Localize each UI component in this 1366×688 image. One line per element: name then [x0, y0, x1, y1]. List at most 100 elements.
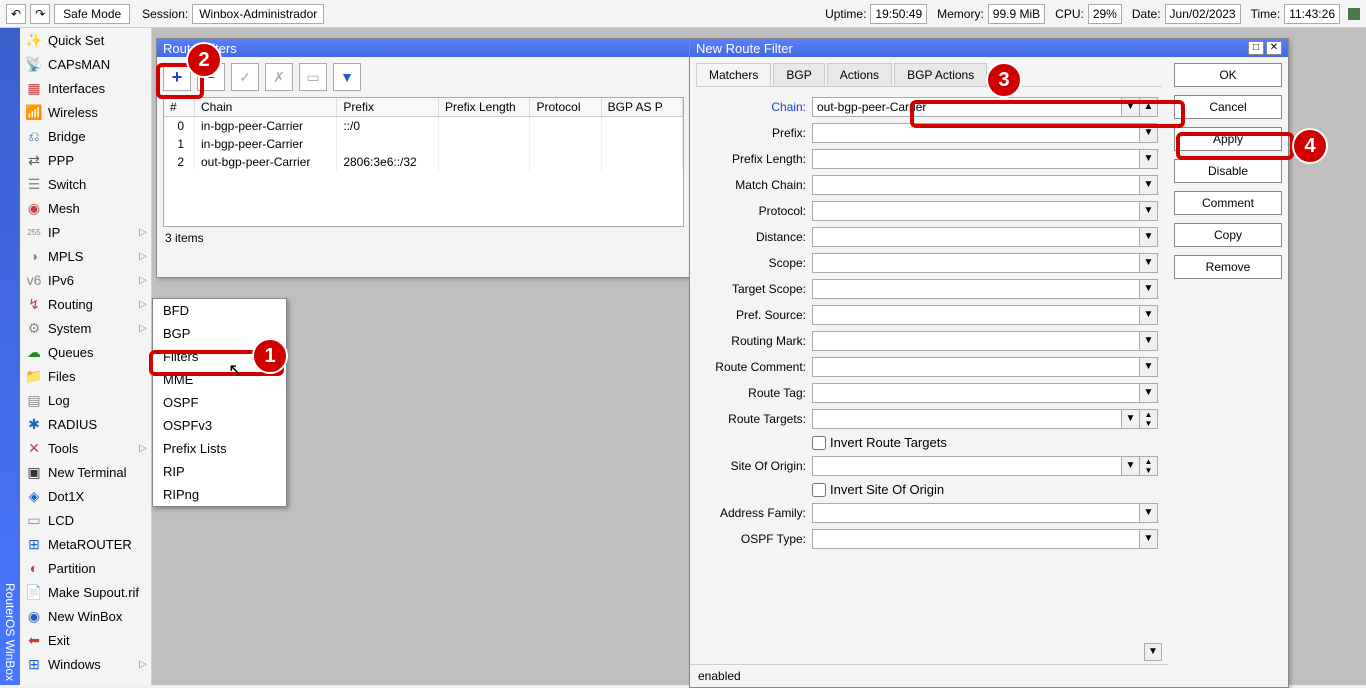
disable-button[interactable]: ✗ [265, 63, 293, 91]
chain-dropdown-button[interactable]: ▼ [1122, 97, 1140, 117]
route-targets-input[interactable] [812, 409, 1122, 429]
sidebar-item-make-supout-rif[interactable]: 📄Make Supout.rif [20, 580, 151, 604]
scope-dropdown-button[interactable]: ▼ [1140, 253, 1158, 273]
scroll-down-button[interactable]: ▼ [1144, 643, 1162, 661]
table-header[interactable]: BGP AS P [601, 98, 682, 117]
sidebar-item-interfaces[interactable]: ▦Interfaces [20, 76, 151, 100]
site-of-origin-input[interactable] [812, 456, 1122, 476]
protocol-dropdown-button[interactable]: ▼ [1140, 201, 1158, 221]
sidebar-item-windows[interactable]: ⊞Windows▷ [20, 652, 151, 676]
route-comment-dropdown-button[interactable]: ▼ [1140, 357, 1158, 377]
sidebar-item-new-terminal[interactable]: ▣New Terminal [20, 460, 151, 484]
address-family-dropdown-button[interactable]: ▼ [1140, 503, 1158, 523]
sidebar-item-radius[interactable]: ✱RADIUS [20, 412, 151, 436]
address-family-input[interactable] [812, 503, 1140, 523]
sidebar-item-system[interactable]: ⚙System▷ [20, 316, 151, 340]
submenu-item-ospfv3[interactable]: OSPFv3 [153, 414, 286, 437]
routing-mark-input[interactable] [812, 331, 1140, 351]
prefix-length-input[interactable] [812, 149, 1140, 169]
sidebar-item-bridge[interactable]: ⎌Bridge [20, 124, 151, 148]
table-row[interactable]: 0in-bgp-peer-Carrier::/0 [164, 117, 683, 136]
sidebar-item-new-winbox[interactable]: ◉New WinBox [20, 604, 151, 628]
route-targets-spinner[interactable]: ▲▼ [1140, 409, 1158, 429]
route-filters-titlebar[interactable]: Route Filters [157, 39, 690, 57]
submenu-item-rip[interactable]: RIP [153, 460, 286, 483]
chain-input[interactable] [812, 97, 1122, 117]
sidebar-item-lcd[interactable]: ▭LCD [20, 508, 151, 532]
route-filters-table[interactable]: #ChainPrefixPrefix LengthProtocolBGP AS … [163, 97, 684, 227]
route-tag-dropdown-button[interactable]: ▼ [1140, 383, 1158, 403]
comment-button[interactable]: Comment [1174, 191, 1282, 215]
tab-matchers[interactable]: Matchers [696, 63, 771, 86]
sidebar-item-dot1x[interactable]: ◈Dot1X [20, 484, 151, 508]
sidebar-item-tools[interactable]: ✕Tools▷ [20, 436, 151, 460]
tab-actions[interactable]: Actions [827, 63, 892, 86]
undo-button[interactable]: ↶ [6, 4, 26, 24]
remove-button[interactable]: Remove [1174, 255, 1282, 279]
distance-input[interactable] [812, 227, 1140, 247]
prefix-input[interactable] [812, 123, 1140, 143]
table-header[interactable]: Protocol [530, 98, 601, 117]
sidebar-item-quick-set[interactable]: ✨Quick Set [20, 28, 151, 52]
match-chain-input[interactable] [812, 175, 1140, 195]
sidebar-item-exit[interactable]: ⬅Exit [20, 628, 151, 652]
target-scope-input[interactable] [812, 279, 1140, 299]
tab-bgp[interactable]: BGP [773, 63, 824, 86]
filter-button[interactable]: ▼ [333, 63, 361, 91]
route-targets-dropdown-button[interactable]: ▼ [1122, 409, 1140, 429]
ospf-type-input[interactable] [812, 529, 1140, 549]
submenu-item-ospf[interactable]: OSPF [153, 391, 286, 414]
sidebar-item-ipv6[interactable]: v6IPv6▷ [20, 268, 151, 292]
new-filter-titlebar[interactable]: New Route Filter □ ✕ [690, 39, 1288, 57]
sidebar-item-mesh[interactable]: ◉Mesh [20, 196, 151, 220]
table-header[interactable]: Prefix Length [438, 98, 530, 117]
distance-dropdown-button[interactable]: ▼ [1140, 227, 1158, 247]
site-of-origin-dropdown-button[interactable]: ▼ [1122, 456, 1140, 476]
invert-route-targets-checkbox[interactable] [812, 436, 826, 450]
submenu-item-prefix-lists[interactable]: Prefix Lists [153, 437, 286, 460]
target-scope-dropdown-button[interactable]: ▼ [1140, 279, 1158, 299]
invert-site-of-origin-checkbox[interactable] [812, 483, 826, 497]
route-comment-input[interactable] [812, 357, 1140, 377]
copy-button[interactable]: Copy [1174, 223, 1282, 247]
tab-bgp-actions[interactable]: BGP Actions [894, 63, 987, 86]
sidebar-item-files[interactable]: 📁Files [20, 364, 151, 388]
sidebar-item-routing[interactable]: ↯Routing▷ [20, 292, 151, 316]
enable-button[interactable]: ✓ [231, 63, 259, 91]
sidebar-item-ip[interactable]: 255IP▷ [20, 220, 151, 244]
sidebar-item-wireless[interactable]: 📶Wireless [20, 100, 151, 124]
ok-button[interactable]: OK [1174, 63, 1282, 87]
redo-button[interactable]: ↷ [30, 4, 50, 24]
sidebar-item-log[interactable]: ▤Log [20, 388, 151, 412]
pref-source-input[interactable] [812, 305, 1140, 325]
window-close-button[interactable]: ✕ [1266, 41, 1282, 55]
ospf-type-dropdown-button[interactable]: ▼ [1140, 529, 1158, 549]
routing-mark-dropdown-button[interactable]: ▼ [1140, 331, 1158, 351]
prefix-length-dropdown-button[interactable]: ▼ [1140, 149, 1158, 169]
site-of-origin-spinner[interactable]: ▲▼ [1140, 456, 1158, 476]
sidebar-item-mpls[interactable]: ◑MPLS▷ [20, 244, 151, 268]
prefix-dropdown-button[interactable]: ▼ [1140, 123, 1158, 143]
scope-input[interactable] [812, 253, 1140, 273]
submenu-item-ripng[interactable]: RIPng [153, 483, 286, 506]
table-header[interactable]: Prefix [337, 98, 439, 117]
comment-button[interactable]: ▭ [299, 63, 327, 91]
table-header[interactable]: # [164, 98, 195, 117]
route-tag-input[interactable] [812, 383, 1140, 403]
protocol-input[interactable] [812, 201, 1140, 221]
chain-up-button[interactable]: ▲ [1140, 97, 1158, 117]
window-max-button[interactable]: □ [1248, 41, 1264, 55]
table-row[interactable]: 1in-bgp-peer-Carrier [164, 135, 683, 153]
match-chain-dropdown-button[interactable]: ▼ [1140, 175, 1158, 195]
pref-source-dropdown-button[interactable]: ▼ [1140, 305, 1158, 325]
safe-mode-button[interactable]: Safe Mode [54, 4, 130, 24]
submenu-item-bfd[interactable]: BFD [153, 299, 286, 322]
table-row[interactable]: 2out-bgp-peer-Carrier2806:3e6::/32 [164, 153, 683, 171]
sidebar-item-capsman[interactable]: 📡CAPsMAN [20, 52, 151, 76]
disable-button[interactable]: Disable [1174, 159, 1282, 183]
sidebar-item-queues[interactable]: ☁Queues [20, 340, 151, 364]
sidebar-item-metarouter[interactable]: ⊞MetaROUTER [20, 532, 151, 556]
table-header[interactable]: Chain [195, 98, 337, 117]
apply-button[interactable]: Apply [1174, 127, 1282, 151]
sidebar-item-switch[interactable]: ☰Switch [20, 172, 151, 196]
